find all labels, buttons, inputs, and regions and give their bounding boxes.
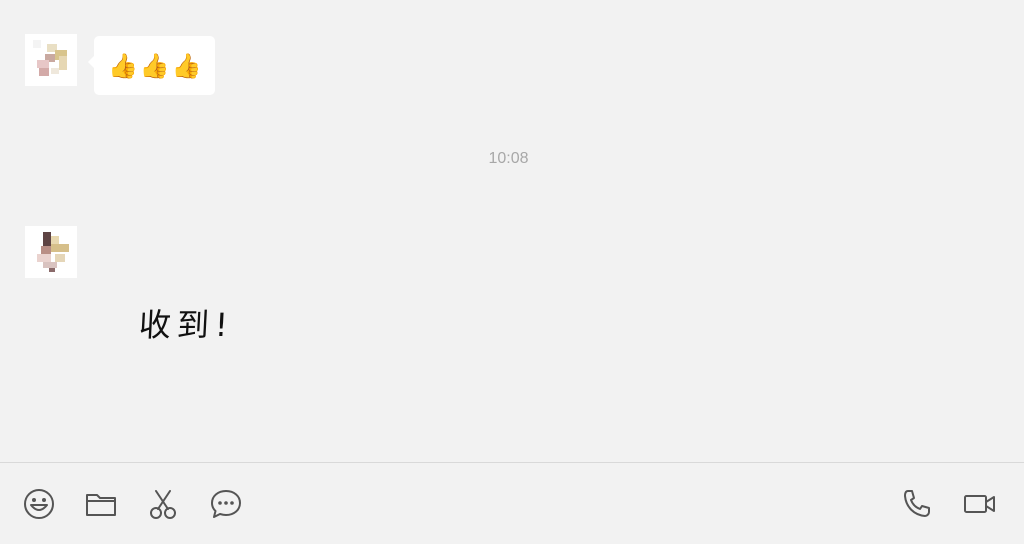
chat-history-button[interactable]: [209, 489, 243, 523]
chat-toolbar: [0, 462, 1024, 544]
chat-area: 👍👍👍 10:08 收到!: [0, 0, 1024, 462]
emoji-button[interactable]: [22, 489, 56, 523]
timestamp: 10:08: [488, 150, 529, 167]
folder-icon: [84, 487, 118, 525]
chat-bubble-icon: [209, 487, 243, 525]
avatar[interactable]: [25, 34, 77, 86]
sticker-message[interactable]: 收到!: [138, 300, 235, 346]
video-call-button[interactable]: [963, 489, 997, 523]
video-icon: [963, 487, 997, 525]
file-button[interactable]: [84, 489, 118, 523]
scissors-icon: [146, 487, 180, 525]
avatar[interactable]: [25, 226, 77, 278]
message-bubble[interactable]: 👍👍👍: [88, 36, 215, 95]
voice-call-button[interactable]: [900, 489, 934, 523]
screenshot-button[interactable]: [146, 489, 180, 523]
phone-icon: [900, 487, 934, 525]
thumbs-up-emoji: 👍👍👍: [108, 51, 204, 80]
emoji-icon: [22, 487, 56, 525]
